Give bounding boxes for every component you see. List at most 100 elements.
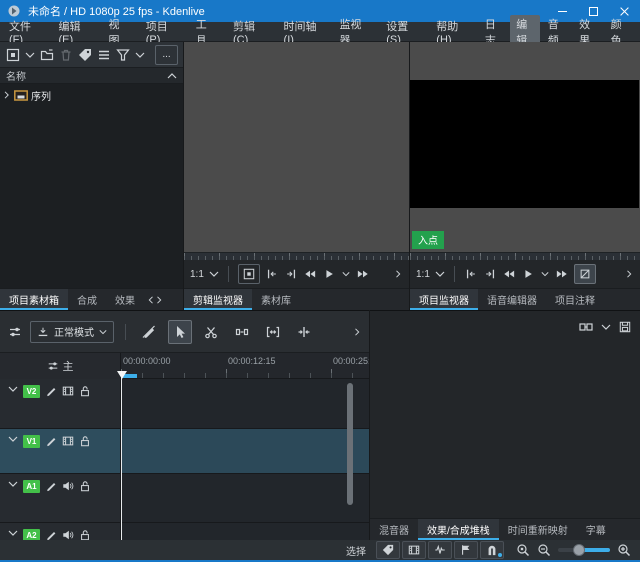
tags-button[interactable] bbox=[77, 45, 93, 65]
menu-item-help[interactable]: 帮助(H) bbox=[427, 22, 478, 41]
master-track-button[interactable]: 主 bbox=[0, 353, 121, 379]
zoom-out-icon[interactable] bbox=[537, 543, 551, 557]
menu-item-file[interactable]: 文件(F) bbox=[0, 22, 49, 41]
view-mode-button[interactable] bbox=[96, 45, 112, 65]
pen-icon[interactable] bbox=[45, 480, 57, 492]
menu-item-view[interactable]: 视图 bbox=[100, 22, 137, 41]
project-monitor-more-button[interactable] bbox=[625, 264, 634, 284]
track-lane-v2[interactable] bbox=[121, 379, 369, 429]
show-markers-toggle[interactable] bbox=[454, 541, 478, 559]
snap-toggle[interactable] bbox=[480, 541, 504, 559]
track-header-v2[interactable]: V2 bbox=[0, 379, 121, 429]
fit-zoom-button[interactable] bbox=[261, 320, 285, 344]
go-to-in-button[interactable] bbox=[265, 264, 279, 284]
clip-monitor-seek-ruler[interactable] bbox=[184, 252, 409, 260]
lock-icon[interactable] bbox=[79, 385, 91, 397]
tab-time-remap[interactable]: 时间重新映射 bbox=[499, 519, 577, 540]
bin-name-column-header[interactable]: 名称 bbox=[0, 68, 183, 84]
add-clip-button[interactable] bbox=[5, 45, 21, 65]
collapse-chevron-icon[interactable] bbox=[8, 385, 18, 393]
track-lane-a2[interactable] bbox=[121, 523, 369, 540]
tab-scroll-left-icon[interactable] bbox=[147, 296, 154, 304]
tab-speech-editor[interactable]: 语音编辑器 bbox=[478, 289, 546, 310]
track-header-a2[interactable]: A2 bbox=[0, 523, 121, 540]
menu-item-clip[interactable]: 剪辑(C) bbox=[224, 22, 275, 41]
menu-item-project[interactable]: 项目(P) bbox=[137, 22, 187, 41]
track-lane-a1[interactable] bbox=[121, 474, 369, 523]
tab-effect-stack[interactable]: 效果/合成堆栈 bbox=[418, 519, 499, 540]
clip-monitor-screen[interactable] bbox=[184, 42, 409, 252]
tab-scroll-right-icon[interactable] bbox=[156, 296, 163, 304]
speaker-icon[interactable] bbox=[62, 529, 74, 540]
forward-button[interactable] bbox=[356, 264, 370, 284]
lock-icon[interactable] bbox=[79, 435, 91, 447]
track-target-badge[interactable]: A2 bbox=[23, 529, 40, 540]
rewind-button[interactable] bbox=[303, 264, 317, 284]
show-audio-thumbnails-toggle[interactable] bbox=[428, 541, 452, 559]
playhead-marker[interactable] bbox=[117, 371, 127, 379]
show-tags-toggle[interactable] bbox=[376, 541, 400, 559]
slip-tool-button[interactable] bbox=[292, 320, 316, 344]
clip-monitor-zone-button[interactable] bbox=[238, 264, 260, 284]
track-target-badge[interactable]: V1 bbox=[23, 435, 40, 448]
film-icon[interactable] bbox=[62, 385, 74, 397]
project-monitor-zoom-select[interactable]: 1:1 bbox=[416, 269, 445, 280]
timeline-vertical-scrollbar[interactable] bbox=[347, 383, 353, 505]
track-lane-v1[interactable] bbox=[121, 429, 369, 474]
timeline-zoom-slider[interactable] bbox=[558, 548, 610, 552]
timeline-settings-button[interactable] bbox=[7, 322, 23, 342]
lock-icon[interactable] bbox=[79, 480, 91, 492]
compare-split-icon[interactable] bbox=[579, 320, 593, 334]
collapse-chevron-icon[interactable] bbox=[8, 529, 18, 537]
tab-clip-monitor[interactable]: 剪辑监视器 bbox=[184, 289, 252, 310]
bin-overflow-button[interactable]: ... bbox=[155, 45, 178, 65]
rewind-button[interactable] bbox=[502, 264, 516, 284]
mix-clips-button[interactable] bbox=[137, 320, 161, 344]
trim-zone-button[interactable] bbox=[574, 264, 596, 284]
zoom-fit-icon[interactable] bbox=[516, 543, 530, 557]
timeline-toolbar-more-button[interactable] bbox=[353, 322, 362, 342]
menu-item-tools[interactable]: 工具 bbox=[187, 22, 224, 41]
collapse-chevron-icon[interactable] bbox=[8, 480, 18, 488]
add-clip-dropdown[interactable] bbox=[24, 45, 36, 65]
pen-icon[interactable] bbox=[45, 385, 57, 397]
project-monitor-screen[interactable]: 入点 bbox=[410, 42, 640, 252]
go-to-in-button[interactable] bbox=[464, 264, 478, 284]
track-target-badge[interactable]: V2 bbox=[23, 385, 40, 398]
film-icon[interactable] bbox=[62, 435, 74, 447]
track-header-a1[interactable]: A1 bbox=[0, 474, 121, 523]
spacer-tool-button[interactable] bbox=[230, 320, 254, 344]
chevron-down-icon[interactable] bbox=[601, 323, 611, 331]
zoom-slider-handle[interactable] bbox=[573, 544, 585, 556]
tab-project-bin[interactable]: 项目素材箱 bbox=[0, 289, 68, 310]
tab-subtitles[interactable]: 字幕 bbox=[577, 519, 615, 540]
play-dropdown[interactable] bbox=[540, 264, 550, 284]
pen-icon[interactable] bbox=[45, 529, 57, 540]
speaker-icon[interactable] bbox=[62, 480, 74, 492]
timeline-ruler[interactable]: 00:00:00:00 00:00:12:15 00:00:25:05 00:0 bbox=[121, 353, 369, 379]
tab-compositions[interactable]: 合成 bbox=[68, 289, 106, 310]
clip-monitor-more-button[interactable] bbox=[394, 264, 403, 284]
go-to-out-button[interactable] bbox=[483, 264, 497, 284]
play-button[interactable] bbox=[322, 264, 336, 284]
clip-monitor-zoom-select[interactable]: 1:1 bbox=[190, 269, 219, 280]
edit-mode-dropdown[interactable]: 正常模式 bbox=[30, 321, 114, 343]
zoom-in-icon[interactable] bbox=[617, 543, 631, 557]
tab-project-monitor[interactable]: 项目监视器 bbox=[410, 289, 478, 310]
bin-item-sequence[interactable]: 序列 bbox=[0, 87, 183, 103]
project-monitor-seek-ruler[interactable] bbox=[410, 252, 640, 260]
delete-clip-button[interactable] bbox=[58, 45, 74, 65]
menu-item-timeline[interactable]: 时间轴(I) bbox=[275, 22, 331, 41]
tab-project-notes[interactable]: 项目注释 bbox=[546, 289, 604, 310]
collapse-chevron-icon[interactable] bbox=[8, 435, 18, 443]
pen-icon[interactable] bbox=[45, 435, 57, 447]
go-to-out-button[interactable] bbox=[284, 264, 298, 284]
play-button[interactable] bbox=[521, 264, 535, 284]
menu-item-settings[interactable]: 设置(S) bbox=[377, 22, 427, 41]
razor-tool-button[interactable] bbox=[199, 320, 223, 344]
create-folder-button[interactable] bbox=[39, 45, 55, 65]
tab-effects[interactable]: 效果 bbox=[106, 289, 144, 310]
play-dropdown[interactable] bbox=[341, 264, 351, 284]
track-header-v1[interactable]: V1 bbox=[0, 429, 121, 474]
show-video-thumbnails-toggle[interactable] bbox=[402, 541, 426, 559]
